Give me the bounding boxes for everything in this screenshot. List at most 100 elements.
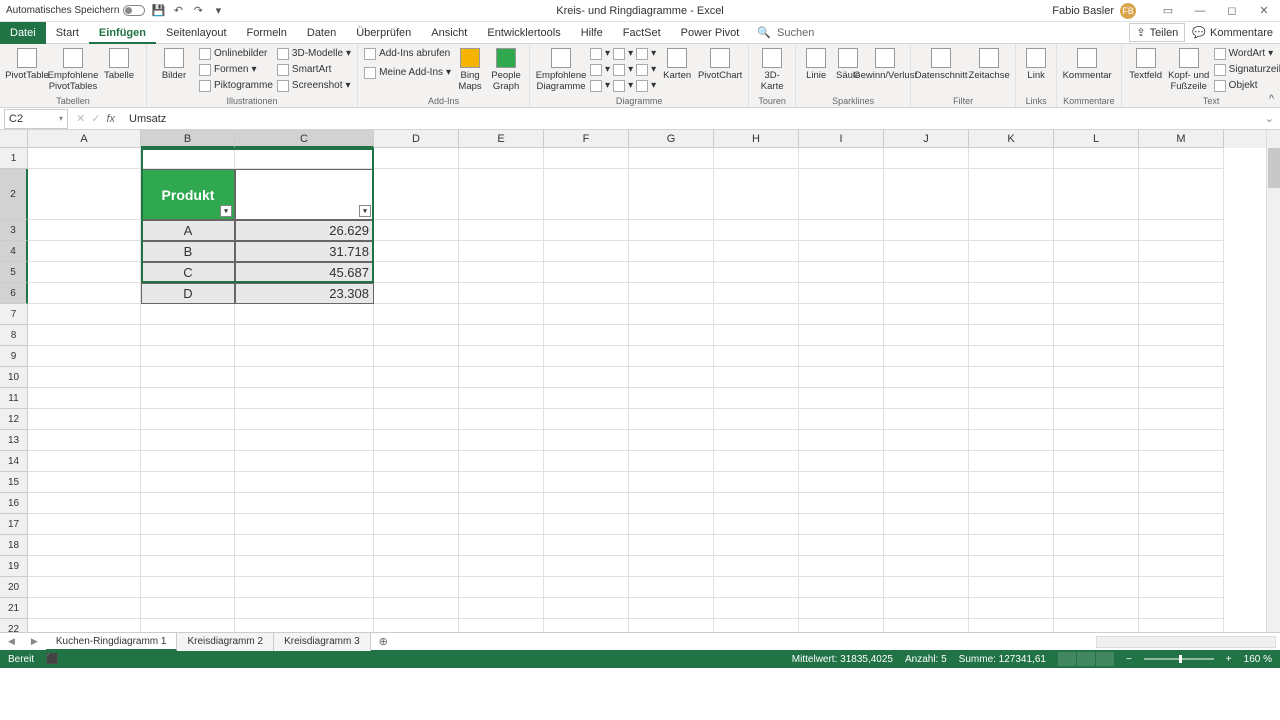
cell-F6[interactable] (544, 283, 629, 304)
cell-F18[interactable] (544, 535, 629, 556)
collapse-ribbon-icon[interactable]: ^ (1269, 93, 1274, 105)
cell-F15[interactable] (544, 472, 629, 493)
cell-I9[interactable] (799, 346, 884, 367)
cell-F16[interactable] (544, 493, 629, 514)
cell-F4[interactable] (544, 241, 629, 262)
cell-B16[interactable] (141, 493, 235, 514)
cell-M19[interactable] (1139, 556, 1224, 577)
cell-B11[interactable] (141, 388, 235, 409)
cell-J17[interactable] (884, 514, 969, 535)
cell-C9[interactable] (235, 346, 374, 367)
cell-J19[interactable] (884, 556, 969, 577)
cell-M6[interactable] (1139, 283, 1224, 304)
cell-J4[interactable] (884, 241, 969, 262)
cell-A19[interactable] (28, 556, 141, 577)
cell-K16[interactable] (969, 493, 1054, 514)
cell-M7[interactable] (1139, 304, 1224, 325)
cell-B6[interactable]: D (141, 283, 235, 304)
tab-einfuegen[interactable]: Einfügen (89, 22, 156, 44)
cell-M17[interactable] (1139, 514, 1224, 535)
3dkarte-button[interactable]: 3D-Karte (755, 46, 789, 92)
cell-M12[interactable] (1139, 409, 1224, 430)
cell-A22[interactable] (28, 619, 141, 632)
row-header-1[interactable]: 1 (0, 148, 28, 169)
cell-E16[interactable] (459, 493, 544, 514)
cell-D17[interactable] (374, 514, 459, 535)
cell-C14[interactable] (235, 451, 374, 472)
row-header-19[interactable]: 19 (0, 556, 28, 577)
cell-D10[interactable] (374, 367, 459, 388)
cell-D11[interactable] (374, 388, 459, 409)
cell-J3[interactable] (884, 220, 969, 241)
column-header-E[interactable]: E (459, 130, 544, 148)
cell-H6[interactable] (714, 283, 799, 304)
cell-B9[interactable] (141, 346, 235, 367)
cell-I16[interactable] (799, 493, 884, 514)
cell-D18[interactable] (374, 535, 459, 556)
chart-combo-button[interactable]: ▾ ▾ ▾ (590, 78, 656, 93)
view-pagebreak-icon[interactable] (1096, 652, 1114, 666)
cell-L8[interactable] (1054, 325, 1139, 346)
cell-I10[interactable] (799, 367, 884, 388)
cell-B21[interactable] (141, 598, 235, 619)
row-header-13[interactable]: 13 (0, 430, 28, 451)
cell-F7[interactable] (544, 304, 629, 325)
tab-powerpivot[interactable]: Power Pivot (671, 22, 750, 44)
cell-A9[interactable] (28, 346, 141, 367)
cell-K12[interactable] (969, 409, 1054, 430)
cell-K4[interactable] (969, 241, 1054, 262)
cell-E13[interactable] (459, 430, 544, 451)
cell-F13[interactable] (544, 430, 629, 451)
cell-D15[interactable] (374, 472, 459, 493)
row-header-7[interactable]: 7 (0, 304, 28, 325)
tab-seitenlayout[interactable]: Seitenlayout (156, 22, 237, 44)
cell-D22[interactable] (374, 619, 459, 632)
ribbon-options-icon[interactable]: ▭ (1152, 0, 1184, 22)
formen-button[interactable]: Formen ▾ (199, 62, 273, 77)
cell-M9[interactable] (1139, 346, 1224, 367)
tab-entwicklertools[interactable]: Entwicklertools (477, 22, 570, 44)
tab-factset[interactable]: FactSet (613, 22, 671, 44)
cell-I7[interactable] (799, 304, 884, 325)
cell-J12[interactable] (884, 409, 969, 430)
cell-A14[interactable] (28, 451, 141, 472)
cell-G22[interactable] (629, 619, 714, 632)
cell-E10[interactable] (459, 367, 544, 388)
cell-B18[interactable] (141, 535, 235, 556)
cell-E19[interactable] (459, 556, 544, 577)
cell-G19[interactable] (629, 556, 714, 577)
cell-F20[interactable] (544, 577, 629, 598)
cell-G6[interactable] (629, 283, 714, 304)
row-header-14[interactable]: 14 (0, 451, 28, 472)
cell-A20[interactable] (28, 577, 141, 598)
tab-start[interactable]: Start (46, 22, 89, 44)
cell-M2[interactable] (1139, 169, 1224, 220)
cell-G1[interactable] (629, 148, 714, 169)
cell-E3[interactable] (459, 220, 544, 241)
cell-B4[interactable]: B (141, 241, 235, 262)
cell-K8[interactable] (969, 325, 1054, 346)
chart-column-button[interactable]: ▾ ▾ ▾ (590, 46, 656, 61)
cell-E20[interactable] (459, 577, 544, 598)
column-header-C[interactable]: C (235, 130, 374, 148)
cell-A6[interactable] (28, 283, 141, 304)
cell-C10[interactable] (235, 367, 374, 388)
cell-L9[interactable] (1054, 346, 1139, 367)
cell-G11[interactable] (629, 388, 714, 409)
cell-M10[interactable] (1139, 367, 1224, 388)
3dmodelle-button[interactable]: 3D-Modelle ▾ (277, 46, 351, 61)
cell-A1[interactable] (28, 148, 141, 169)
cell-M1[interactable] (1139, 148, 1224, 169)
cell-H11[interactable] (714, 388, 799, 409)
cell-C21[interactable] (235, 598, 374, 619)
screenshot-button[interactable]: Screenshot ▾ (277, 78, 351, 93)
row-header-12[interactable]: 12 (0, 409, 28, 430)
cell-B17[interactable] (141, 514, 235, 535)
cell-J11[interactable] (884, 388, 969, 409)
row-header-11[interactable]: 11 (0, 388, 28, 409)
cell-I17[interactable] (799, 514, 884, 535)
cell-B2[interactable]: Produkt▾ (141, 169, 235, 220)
cell-M3[interactable] (1139, 220, 1224, 241)
row-header-3[interactable]: 3 (0, 220, 28, 241)
cell-A15[interactable] (28, 472, 141, 493)
